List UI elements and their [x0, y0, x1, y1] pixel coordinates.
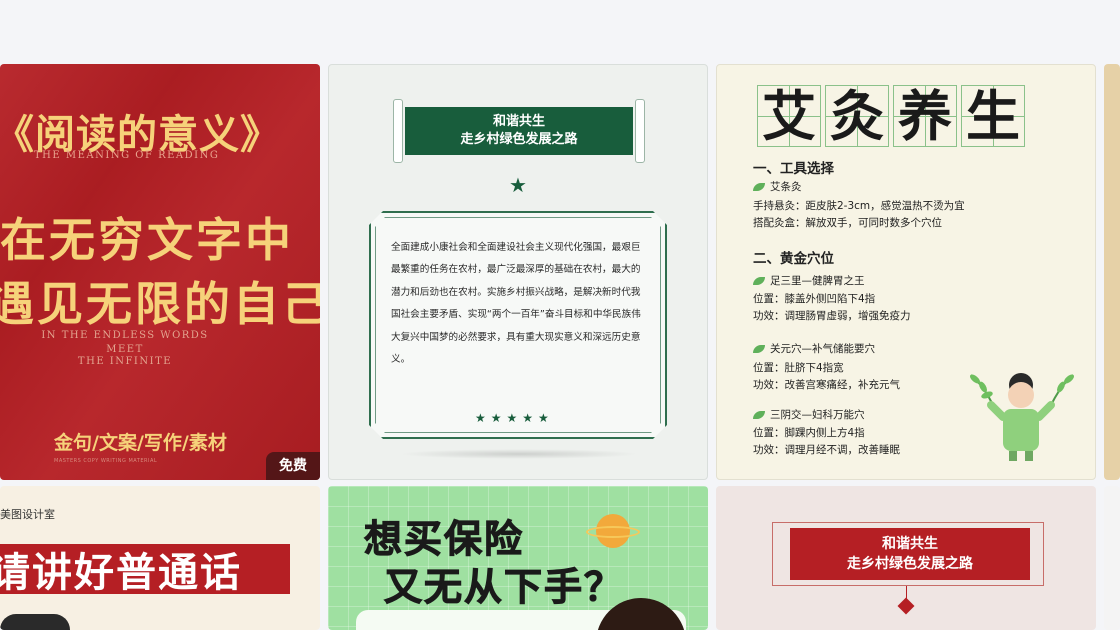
english-line-2: MEET — [106, 344, 144, 355]
item-heading: 关元穴—补气储能要穴 — [770, 343, 875, 355]
planet-ring — [586, 526, 640, 538]
template-card-partial[interactable] — [1104, 486, 1120, 630]
body-paragraph: 全面建成小康社会和全面建设社会主义现代化强国，最艰巨最繁重的任务在农村，最广泛最… — [391, 242, 641, 366]
section-heading-tools: 一、工具选择 — [753, 161, 834, 177]
banner-line-1: 和谐共生 — [882, 536, 938, 552]
item-text: 功效：调理肠胃虚弱，增强免疫力 — [753, 310, 911, 322]
rating-stars: ★★★★★ — [475, 411, 554, 425]
category-text: 金句/文案/写作/素材 — [54, 432, 227, 454]
banner-line-1: 和谐共生 — [492, 114, 545, 129]
title-char: 生 — [966, 85, 1020, 148]
item-text: 功效：改善宫寒痛经，补充元气 — [753, 379, 900, 391]
card-title: 请讲好普通话 — [0, 550, 242, 596]
template-card-rural-green[interactable]: 和谐共生 走乡村绿色发展之路 ★ 全面建成小康社会和全面建设社会主义现代化强国，… — [328, 64, 708, 480]
template-card-reading[interactable]: 《阅读的意义》 THE MEANING OF READING 在无穷文字中 遇见… — [0, 64, 320, 480]
english-line-1: IN THE ENDLESS WORDS — [41, 330, 209, 341]
card-subtitle-en: THE MEANING OF READING — [34, 150, 220, 161]
item-heading: 足三里—健脾胃之王 — [770, 275, 865, 287]
headline-line-1: 在无穷文字中 — [0, 213, 294, 267]
template-card-insurance[interactable]: 想买保险 又无从下手？ — [328, 486, 708, 630]
free-badge: 免费 — [266, 452, 320, 480]
star-icon: ★ — [509, 173, 527, 197]
english-line-3: THE INFINITE — [77, 356, 173, 367]
title-cell: 艾 — [757, 85, 821, 148]
item-heading: 三阴交—妇科万能穴 — [770, 409, 865, 421]
diamond-ornament-icon — [897, 597, 915, 615]
item-text: 位置：膝盖外侧凹陷下4指 — [753, 293, 876, 305]
item-text: 位置：脚踝内侧上方4指 — [753, 427, 865, 439]
title-cell: 养 — [893, 85, 957, 148]
item-text: 位置：肚脐下4指宽 — [753, 362, 844, 374]
scroll-banner: 和谐共生 走乡村绿色发展之路 — [393, 99, 645, 163]
small-caption: MASTERS COPY WRITING MATERIAL — [54, 458, 158, 464]
bottom-shape — [0, 614, 70, 630]
scroll-rod-right — [635, 99, 645, 163]
template-card-rural-red[interactable]: 和谐共生 走乡村绿色发展之路 — [716, 486, 1096, 630]
title-char: 艾 — [762, 85, 816, 148]
title-cell: 生 — [961, 85, 1025, 148]
headline-line-2: 又无从下手？ — [383, 565, 625, 610]
template-card-partial[interactable] — [1104, 64, 1120, 480]
frame-shadow — [399, 449, 639, 459]
template-card-mandarin[interactable]: 美图设计室 请讲好普通话 — [0, 486, 320, 630]
brand-name: 美图设计室 — [0, 508, 55, 521]
item-text: 搭配灸盒：解放双手，可同时数多个穴位 — [753, 217, 942, 229]
section-heading-acupoints: 二、黄金穴位 — [753, 251, 834, 267]
item-text: 手持悬灸：距皮肤2-3cm，感觉温热不烫为宜 — [753, 200, 965, 212]
title-cell: 灸 — [825, 85, 889, 148]
template-card-moxibustion[interactable]: 艾 灸 养 生 一、工具选择 艾条灸 手持悬灸：距皮肤2-3cm，感觉温热不烫为… — [716, 64, 1096, 480]
headline-line-1: 想买保险 — [363, 517, 525, 562]
title-grid: 艾 灸 养 生 — [757, 85, 1025, 148]
title-char: 养 — [898, 85, 952, 148]
headline-line-2: 遇见无限的自己 — [0, 277, 320, 331]
scroll-rod-left — [393, 99, 403, 163]
banner-line-2: 走乡村绿色发展之路 — [847, 556, 973, 572]
banner-title: 和谐共生 走乡村绿色发展之路 — [405, 107, 633, 155]
banner-line-2: 走乡村绿色发展之路 — [460, 132, 578, 147]
item-heading: 艾条灸 — [770, 181, 802, 193]
top-bar — [0, 0, 1120, 64]
girl-illustration-icon — [970, 373, 1074, 461]
title-char: 灸 — [830, 85, 884, 148]
banner-title: 和谐共生 走乡村绿色发展之路 — [790, 528, 1030, 580]
item-text: 功效：调理月经不调，改善睡眠 — [753, 444, 900, 456]
